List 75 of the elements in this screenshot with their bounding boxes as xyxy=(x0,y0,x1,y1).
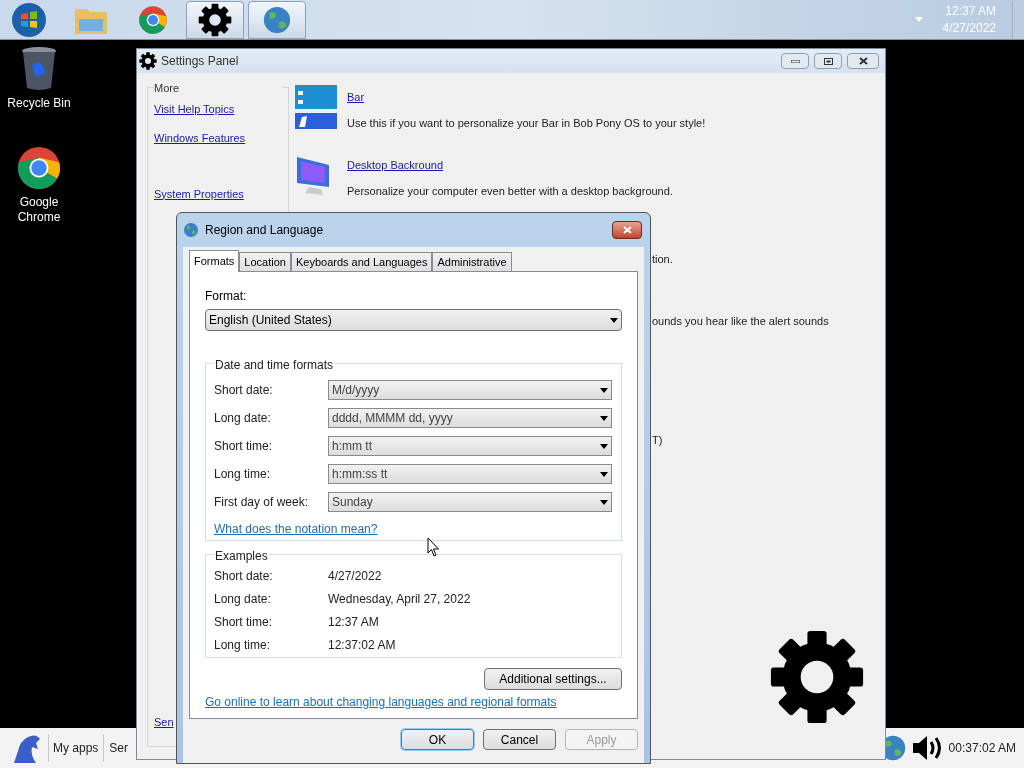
dropdown-arrow-icon xyxy=(610,317,618,323)
item-description: Personalize your computer even better with a desktop background. xyxy=(347,183,673,199)
tab[interactable]: Location xyxy=(239,252,291,271)
tab[interactable]: Administrative xyxy=(432,252,512,271)
window-title: Settings Panel xyxy=(161,53,239,70)
item-title-link[interactable]: Bar xyxy=(347,89,706,106)
item-description: T) xyxy=(652,433,663,448)
taskbar-app[interactable]: Ser xyxy=(109,739,129,757)
chrome-icon xyxy=(16,145,62,191)
taskbar-app[interactable]: My apps xyxy=(53,739,99,757)
field-label: Format: xyxy=(205,288,248,305)
example-label: Long time: xyxy=(214,637,272,654)
example-label: Short date: xyxy=(214,568,274,585)
item-description: Use this if you want to personalize your Bar in Bob Pony OS to your style! xyxy=(347,115,706,131)
gear-icon xyxy=(139,52,157,70)
help-link[interactable]: What does the notation mean? xyxy=(214,520,378,538)
format-dropdown[interactable]: h:mm tt xyxy=(328,436,612,456)
minimize-icon xyxy=(790,59,800,63)
tab[interactable]: Formats xyxy=(189,250,240,272)
dialog-button[interactable]: Cancel xyxy=(483,729,556,750)
sidebar-link[interactable]: System Properties xyxy=(154,185,282,202)
example-value: 4/27/2022 xyxy=(328,568,382,585)
field-label: Short time: xyxy=(214,438,274,455)
bar-icon xyxy=(295,85,337,129)
dialog-button[interactable]: OK xyxy=(401,729,474,750)
gear-icon xyxy=(198,2,232,37)
item-description: ounds you hear like the alert sounds xyxy=(652,314,829,329)
item-description: tion. xyxy=(652,252,673,267)
example-label: Short time: xyxy=(214,614,274,631)
start-orb-icon xyxy=(11,1,47,38)
item-title-link[interactable]: Desktop Backround xyxy=(347,157,673,174)
field-label: Short date: xyxy=(214,382,274,399)
close-icon xyxy=(622,226,632,234)
cursor-icon xyxy=(427,537,440,557)
format-dropdown[interactable]: English (United States) xyxy=(205,309,622,331)
chrome-icon xyxy=(138,4,168,35)
dropdown-arrow-icon xyxy=(600,499,608,505)
taskbar-clock: 00:37:02 AM xyxy=(948,740,1016,757)
recycle-bin-icon[interactable] xyxy=(20,46,58,92)
maximize-button[interactable] xyxy=(814,53,842,69)
clock-date: 4/27/2022 xyxy=(942,19,996,37)
desktop-icon-label[interactable]: Recycle Bin xyxy=(4,96,74,111)
format-dropdown[interactable]: Sunday xyxy=(328,492,612,512)
desktop-icon-label[interactable]: Google Chrome xyxy=(4,195,74,225)
field-label: Long time: xyxy=(214,466,272,483)
dropdown-arrow-icon xyxy=(600,443,608,449)
field-label: First day of week: xyxy=(214,494,310,511)
format-dropdown[interactable]: M/d/yyyy xyxy=(328,380,612,400)
field-label: Long date: xyxy=(214,410,272,427)
sidebar-link[interactable]: Visit Help Topics xyxy=(154,100,282,117)
globe-clock-icon xyxy=(262,4,292,35)
online-link[interactable]: Go online to learn about changing languages and regional formats xyxy=(205,693,557,711)
close-icon xyxy=(858,57,868,65)
tab[interactable]: Keyboards and Languages xyxy=(290,252,433,271)
sidebar-link[interactable]: Windows Features xyxy=(154,130,282,147)
tray-expand-icon xyxy=(914,17,923,22)
format-dropdown[interactable]: dddd, MMMM dd, yyyy xyxy=(328,408,612,428)
maximize-icon xyxy=(823,57,833,65)
example-value: 12:37 AM xyxy=(328,614,379,631)
dropdown-arrow-icon xyxy=(600,415,608,421)
taskbar-button[interactable] xyxy=(186,0,244,39)
example-value: 12:37:02 AM xyxy=(328,637,396,654)
additional-settings-button[interactable]: Additional settings... xyxy=(484,668,622,690)
close-button[interactable] xyxy=(612,221,642,239)
dropdown-arrow-icon xyxy=(600,387,608,393)
close-button[interactable] xyxy=(847,53,879,69)
clock-time: 12:37 AM xyxy=(945,2,996,20)
gear-icon xyxy=(769,629,865,725)
format-dropdown[interactable]: h:mm:ss tt xyxy=(328,464,612,484)
minimize-button[interactable] xyxy=(781,53,809,69)
example-label: Long date: xyxy=(214,591,272,608)
globe-icon xyxy=(183,222,199,238)
example-value: Wednesday, April 27, 2022 xyxy=(328,591,471,608)
dropdown-arrow-icon xyxy=(600,471,608,477)
dialog-title: Region and Language xyxy=(205,222,324,239)
